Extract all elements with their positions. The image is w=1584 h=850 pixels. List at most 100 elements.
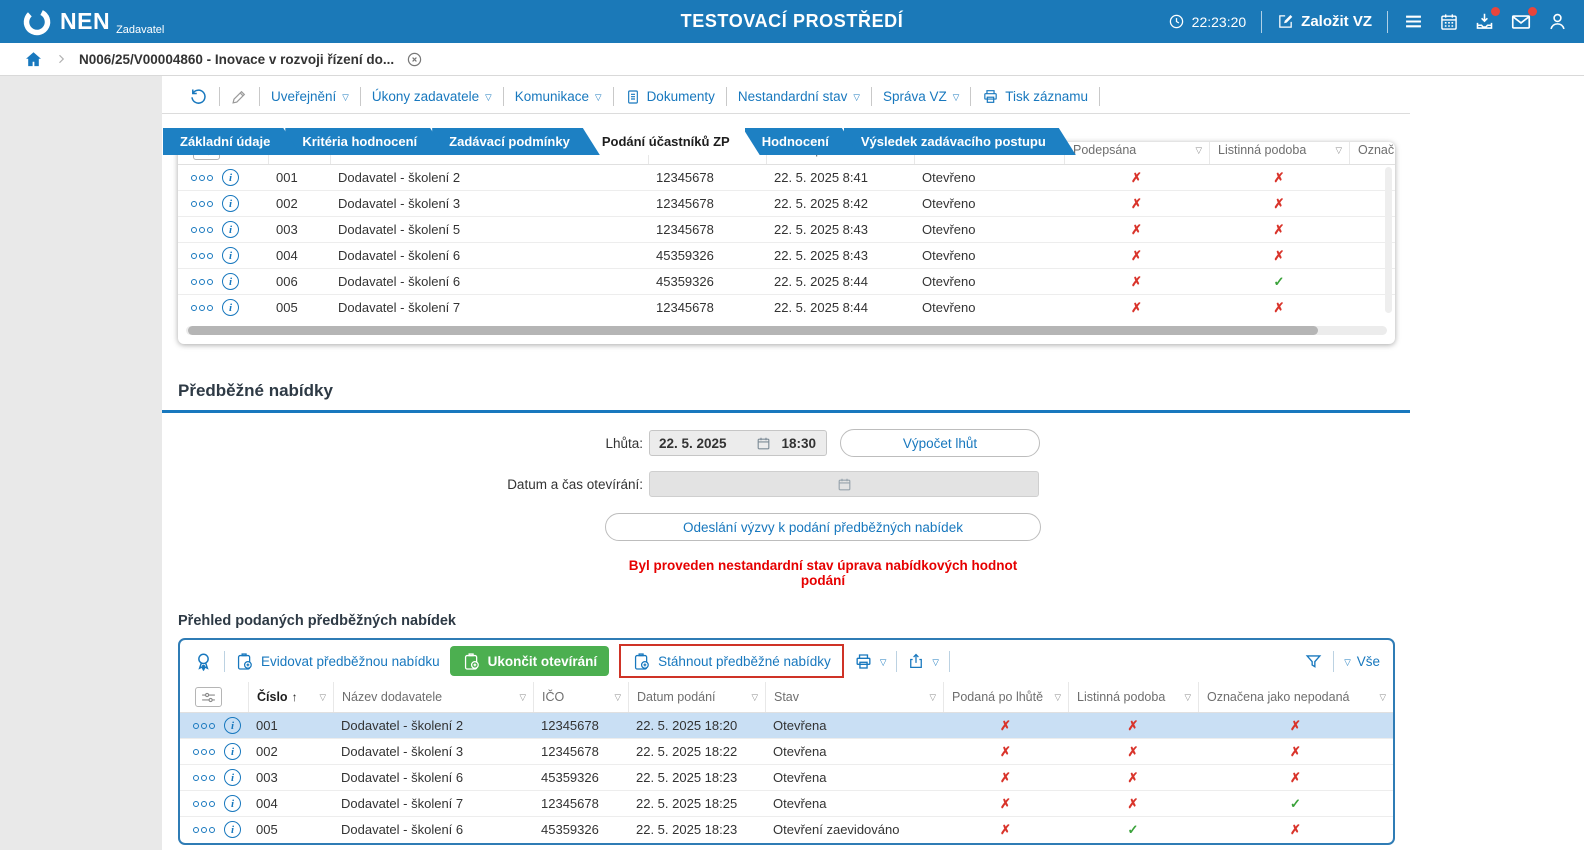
cross-icon: ✗ <box>1290 717 1301 733</box>
info-icon[interactable]: i <box>224 769 241 786</box>
menu-komunikace[interactable]: Komunikace ▽ <box>504 89 613 104</box>
table-row[interactable]: i 004 Dodavatel - školení 7 12345678 22. 5. … <box>180 790 1393 816</box>
table-row[interactable]: i 006 Dodavatel - školení 6 45359326 22. 5. … <box>178 268 1395 294</box>
filter-caret-icon[interactable]: ▽ <box>1054 692 1061 703</box>
row-menu-icon[interactable] <box>191 278 213 285</box>
home-icon[interactable] <box>24 50 43 69</box>
filter-caret-icon[interactable]: ▽ <box>1184 692 1191 703</box>
filter-caret-icon[interactable]: ▽ <box>614 692 621 703</box>
column-header[interactable]: Stav▽ <box>765 682 943 712</box>
row-menu-icon[interactable] <box>191 226 213 233</box>
vertical-scrollbar[interactable] <box>1385 167 1392 313</box>
column-header[interactable]: Název dodavatele ▽ <box>333 682 533 712</box>
filter-caret-icon[interactable]: ▽ <box>751 692 758 703</box>
tab-zakladni-udaje[interactable]: Základní údaje <box>163 128 300 155</box>
row-menu-icon[interactable] <box>193 722 215 729</box>
info-icon[interactable]: i <box>224 717 241 734</box>
info-icon[interactable]: i <box>222 299 239 316</box>
cell-flag: ✗ <box>1068 796 1198 812</box>
table-row[interactable]: i 005 Dodavatel - školení 6 45359326 22. 5. … <box>180 816 1393 842</box>
info-icon[interactable]: i <box>224 743 241 760</box>
menu-icon[interactable] <box>1403 11 1424 32</box>
inbox-download-icon[interactable] <box>1474 7 1500 32</box>
lhuta-date-value[interactable]: 22. 5. 2025 <box>650 436 756 451</box>
table-row[interactable]: i 003 Dodavatel - školení 6 45359326 22. 5. … <box>180 764 1393 790</box>
tab-vysledek-zadavaciho-postupu[interactable]: Výsledek zadávacího postupu <box>844 128 1076 155</box>
column-header[interactable]: Listinná podoba ▽ <box>1068 682 1198 712</box>
user-icon[interactable] <box>1547 11 1568 32</box>
tab-zadavaci-podminky[interactable]: Zadávací podmínky <box>432 128 600 155</box>
cross-icon: ✗ <box>1000 717 1011 733</box>
close-tab-icon[interactable] <box>406 51 423 68</box>
filter-caret-icon[interactable]: ▽ <box>1379 692 1386 703</box>
menu-uverejneni[interactable]: Uveřejnění ▽ <box>260 89 360 104</box>
info-icon[interactable]: i <box>224 795 241 812</box>
menu-ukony-zadavatele[interactable]: Úkony zadavatele ▽ <box>361 89 503 104</box>
calendar-icon[interactable] <box>756 436 771 451</box>
column-settings-icon[interactable] <box>195 687 222 707</box>
table-row[interactable]: i 001 Dodavatel - školení 2 12345678 22. 5. … <box>178 165 1395 190</box>
print-table-button[interactable]: ▽ <box>854 652 886 671</box>
row-menu-icon[interactable] <box>191 200 213 207</box>
row-menu-icon[interactable] <box>191 304 213 311</box>
evidovat-nabidku-button[interactable]: Evidovat předběžnou nabídku <box>235 652 440 671</box>
prebids-table: Evidovat předběžnou nabídku Ukončit otev… <box>178 638 1395 845</box>
info-icon[interactable]: i <box>222 273 239 290</box>
menu-sprava-vz[interactable]: Správa VZ ▽ <box>872 89 970 104</box>
info-icon[interactable]: i <box>222 169 239 186</box>
create-vz-button[interactable]: Založit VZ <box>1277 13 1372 30</box>
mail-icon[interactable] <box>1510 6 1537 33</box>
funnel-icon[interactable] <box>1304 652 1323 671</box>
cross-icon: ✗ <box>1273 247 1285 263</box>
pencil-icon[interactable] <box>220 88 259 105</box>
tab-hodnoceni[interactable]: Hodnocení <box>745 128 859 155</box>
export-table-button[interactable]: ▽ <box>907 652 939 670</box>
info-icon[interactable]: i <box>224 821 241 838</box>
vypocet-lhut-button[interactable]: Výpočet lhůt <box>840 429 1040 457</box>
column-header[interactable]: Datum podání▽ <box>628 682 765 712</box>
table-row[interactable]: i 003 Dodavatel - školení 5 12345678 22. 5. … <box>178 216 1395 242</box>
column-settings-cell <box>180 682 248 712</box>
table-row[interactable]: i 005 Dodavatel - školení 7 12345678 22. 5. … <box>178 294 1395 320</box>
tab-podani-ucastniku-zp[interactable]: Podání účastníků ZP <box>585 128 760 155</box>
history-icon[interactable] <box>178 87 219 106</box>
calendar-icon[interactable] <box>1439 12 1459 32</box>
menu-nestandardni-stav[interactable]: Nestandardní stav ▽ <box>727 89 871 104</box>
dropdown-caret-icon: ▽ <box>932 656 939 667</box>
filter-caret-icon[interactable]: ▽ <box>519 692 526 703</box>
row-menu-icon[interactable] <box>193 774 215 781</box>
nen-logo[interactable]: NEN Zadavatel <box>22 7 166 37</box>
ukoncit-otevirani-button[interactable]: Ukončit otevírání <box>449 646 610 676</box>
menu-dokumenty[interactable]: Dokumenty <box>614 89 726 105</box>
info-icon[interactable]: i <box>222 221 239 238</box>
row-menu-icon[interactable] <box>193 826 215 833</box>
filter-caret-icon[interactable]: ▽ <box>319 692 326 703</box>
column-header[interactable]: Podaná po lhůtě ▽ <box>943 682 1068 712</box>
table-row[interactable]: i 004 Dodavatel - školení 6 45359326 22. 5. … <box>178 242 1395 268</box>
horizontal-scrollbar[interactable] <box>186 326 1387 335</box>
odeslani-vyzvy-button[interactable]: Odeslání výzvy k podání předběžných nabí… <box>605 513 1041 541</box>
print-record-button[interactable]: Tisk záznamu <box>971 88 1099 105</box>
table-row[interactable]: i 002 Dodavatel - školení 3 12345678 22. 5. … <box>180 738 1393 764</box>
lhuta-datetime-field[interactable]: 22. 5. 2025 18:30 <box>649 430 827 456</box>
column-header[interactable]: Číslo ↑ ▽ <box>248 682 333 712</box>
column-header[interactable]: Označena jako nepodaná ▽ <box>1198 682 1393 712</box>
info-icon[interactable]: i <box>222 247 239 264</box>
lhuta-time-value[interactable]: 18:30 <box>771 436 826 451</box>
row-menu-icon[interactable] <box>193 748 215 755</box>
participants-submissions-table: Číslo▽Název dodavatele↑▽IČO▽Datum podání… <box>178 142 1395 344</box>
award-icon[interactable] <box>193 651 214 672</box>
breadcrumb-item[interactable]: N006/25/V00004860 - Inovace v rozvoji ří… <box>79 52 394 67</box>
table-row[interactable]: i 001 Dodavatel - školení 2 12345678 22. 5. … <box>180 713 1393 738</box>
row-menu-icon[interactable] <box>191 174 213 181</box>
column-header[interactable]: IČO▽ <box>533 682 628 712</box>
row-menu-icon[interactable] <box>193 800 215 807</box>
filter-caret-icon[interactable]: ▽ <box>929 692 936 703</box>
stahnout-nabidky-highlighted[interactable]: Stáhnout předběžné nabídky <box>619 644 844 678</box>
table-row[interactable]: i 002 Dodavatel - školení 3 12345678 22. 5. … <box>178 190 1395 216</box>
view-filter-dropdown[interactable]: ▽ Vše <box>1344 654 1380 669</box>
tab-kriteria-hodnoceni[interactable]: Kritéria hodnocení <box>285 128 447 155</box>
info-icon[interactable]: i <box>222 195 239 212</box>
scrollbar-thumb[interactable] <box>188 326 1318 335</box>
row-menu-icon[interactable] <box>191 252 213 259</box>
